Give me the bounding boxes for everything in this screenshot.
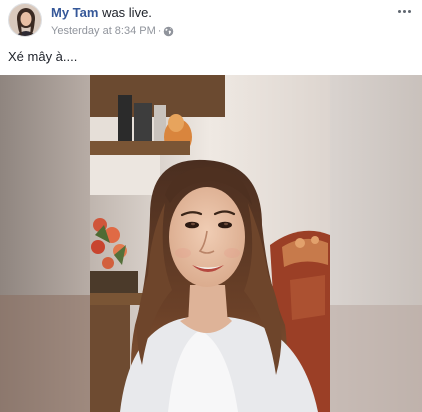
more-options-icon [397,9,401,13]
video-frame [0,75,422,412]
author-avatar[interactable] [8,3,42,37]
more-options-icon-dot [407,9,411,13]
author-name-link[interactable]: My Tam [51,5,98,20]
author-action-text: was live. [102,5,152,20]
post-timestamp[interactable]: Yesterday at 8:34 PM [51,25,156,37]
globe-icon[interactable] [163,26,174,37]
live-video-player[interactable] [0,75,422,412]
post-text: Xé mây à.... [8,49,78,64]
author-line: My Tam was live. [51,5,152,20]
more-options-button[interactable] [394,4,414,18]
post-header: My Tam was live. Yesterday at 8:34 PM · [0,0,422,44]
more-options-icon-dot [402,9,406,13]
meta-separator: · [157,25,162,37]
avatar-image [9,4,41,36]
post-meta: Yesterday at 8:34 PM · [51,25,174,37]
facebook-post: My Tam was live. Yesterday at 8:34 PM · … [0,0,422,412]
